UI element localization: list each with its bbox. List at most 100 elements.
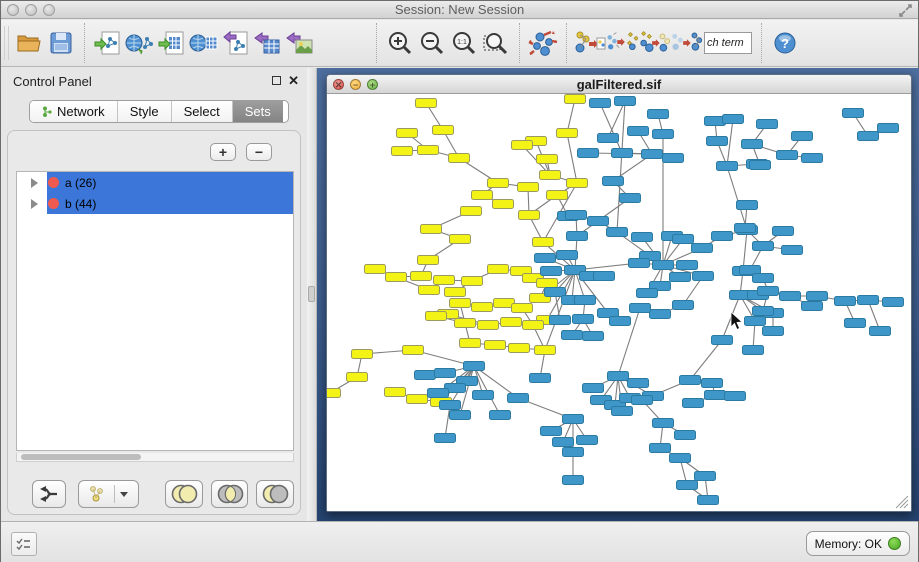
graph-node[interactable] [723, 115, 744, 124]
graph-node[interactable] [883, 298, 904, 307]
graph-node[interactable] [460, 339, 481, 348]
graph-node[interactable] [677, 261, 698, 270]
graph-node[interactable] [418, 256, 439, 265]
graph-node[interactable] [630, 304, 651, 313]
graph-node[interactable] [523, 321, 544, 330]
graph-node[interactable] [632, 233, 653, 242]
graph-node[interactable] [352, 350, 373, 359]
graph-node[interactable] [563, 448, 584, 457]
graph-node[interactable] [327, 389, 341, 398]
graph-node[interactable] [530, 374, 551, 383]
graph-node[interactable] [695, 472, 716, 481]
graph-node[interactable] [426, 312, 447, 321]
split-set-button[interactable] [32, 480, 66, 508]
scrollbar-thumb[interactable] [21, 454, 141, 460]
graph-node[interactable] [608, 372, 629, 381]
graph-node[interactable] [421, 225, 442, 234]
graph-node[interactable] [675, 431, 696, 440]
graph-node[interactable] [440, 401, 461, 410]
graph-node[interactable] [501, 318, 522, 327]
graph-node[interactable] [650, 444, 671, 453]
difference-sets-button[interactable] [256, 480, 294, 508]
import-table-from-web-button[interactable] [188, 25, 220, 61]
graph-node[interactable] [553, 438, 574, 447]
graph-node[interactable] [540, 171, 561, 180]
graph-node[interactable] [858, 132, 879, 141]
union-sets-button[interactable] [165, 480, 203, 508]
graph-node[interactable] [455, 319, 476, 328]
splitter-grip[interactable] [308, 286, 315, 302]
graph-node[interactable] [583, 384, 604, 393]
graph-node[interactable] [428, 389, 449, 398]
graph-node[interactable] [557, 251, 578, 260]
graph-node[interactable] [628, 127, 649, 136]
graph-node[interactable] [653, 261, 674, 270]
fullscreen-icon[interactable] [899, 4, 912, 17]
expander-icon[interactable] [31, 178, 38, 188]
graph-node[interactable] [780, 292, 801, 301]
float-panel-icon[interactable] [272, 76, 281, 85]
graph-node[interactable] [565, 95, 586, 104]
graph-node[interactable] [541, 427, 562, 436]
save-session-button[interactable] [45, 25, 77, 61]
graph-node[interactable] [450, 299, 471, 308]
graph-node[interactable] [450, 411, 471, 420]
graph-node[interactable] [573, 315, 594, 324]
graph-node[interactable] [566, 211, 587, 220]
compare-merge-button[interactable] [606, 25, 638, 61]
graph-node[interactable] [583, 332, 604, 341]
import-network-from-web-button[interactable] [124, 25, 156, 61]
graph-node[interactable] [792, 132, 813, 141]
graph-node[interactable] [737, 201, 758, 210]
graph-node[interactable] [347, 373, 368, 382]
network-window-titlebar[interactable]: ✕ − + galFiltered.sif [327, 75, 911, 94]
graph-node[interactable] [612, 149, 633, 158]
graph-node[interactable] [434, 276, 455, 285]
graph-node[interactable] [449, 154, 470, 163]
graph-node[interactable] [648, 110, 669, 119]
graph-node[interactable] [512, 304, 533, 313]
graph-node[interactable] [629, 259, 650, 268]
graph-node[interactable] [742, 140, 763, 149]
graph-node[interactable] [870, 327, 891, 336]
graph-node[interactable] [509, 344, 530, 353]
graph-node[interactable] [547, 191, 568, 200]
graph-node[interactable] [472, 191, 493, 200]
graph-node[interactable] [637, 289, 658, 298]
compare-select-button[interactable] [670, 25, 702, 61]
graph-node[interactable] [578, 149, 599, 158]
graph-node[interactable] [567, 232, 588, 241]
graph-node[interactable] [753, 274, 774, 283]
graph-node[interactable] [663, 154, 684, 163]
graph-node[interactable] [445, 288, 466, 297]
graph-node[interactable] [758, 287, 779, 296]
add-set-button[interactable]: + [210, 143, 236, 161]
graph-node[interactable] [577, 436, 598, 445]
graph-node[interactable] [365, 265, 386, 274]
zoom-in-button[interactable] [384, 25, 416, 61]
graph-node[interactable] [535, 254, 556, 263]
graph-node[interactable] [743, 346, 764, 355]
graph-node[interactable] [435, 369, 456, 378]
graph-node[interactable] [385, 388, 406, 397]
graph-node[interactable] [488, 265, 509, 274]
graph-node[interactable] [563, 415, 584, 424]
graph-node[interactable] [575, 296, 596, 305]
export-image-button[interactable] [284, 25, 316, 61]
graph-node[interactable] [562, 331, 583, 340]
graph-node[interactable] [411, 272, 432, 281]
graph-node[interactable] [478, 321, 499, 330]
graph-node[interactable] [563, 476, 584, 485]
export-table-button[interactable] [252, 25, 284, 61]
graph-node[interactable] [533, 238, 554, 247]
remove-set-button[interactable]: − [246, 143, 272, 161]
network-view-window[interactable]: ✕ − + galFiltered.sif [326, 74, 912, 512]
graph-node[interactable] [612, 407, 633, 416]
set-row[interactable]: a (26) [17, 172, 293, 193]
tab-network[interactable]: Network [30, 101, 118, 122]
graph-node[interactable] [702, 379, 723, 388]
graph-node[interactable] [673, 235, 694, 244]
graph-node[interactable] [677, 481, 698, 490]
graph-node[interactable] [461, 207, 482, 216]
search-input[interactable] [704, 32, 752, 54]
